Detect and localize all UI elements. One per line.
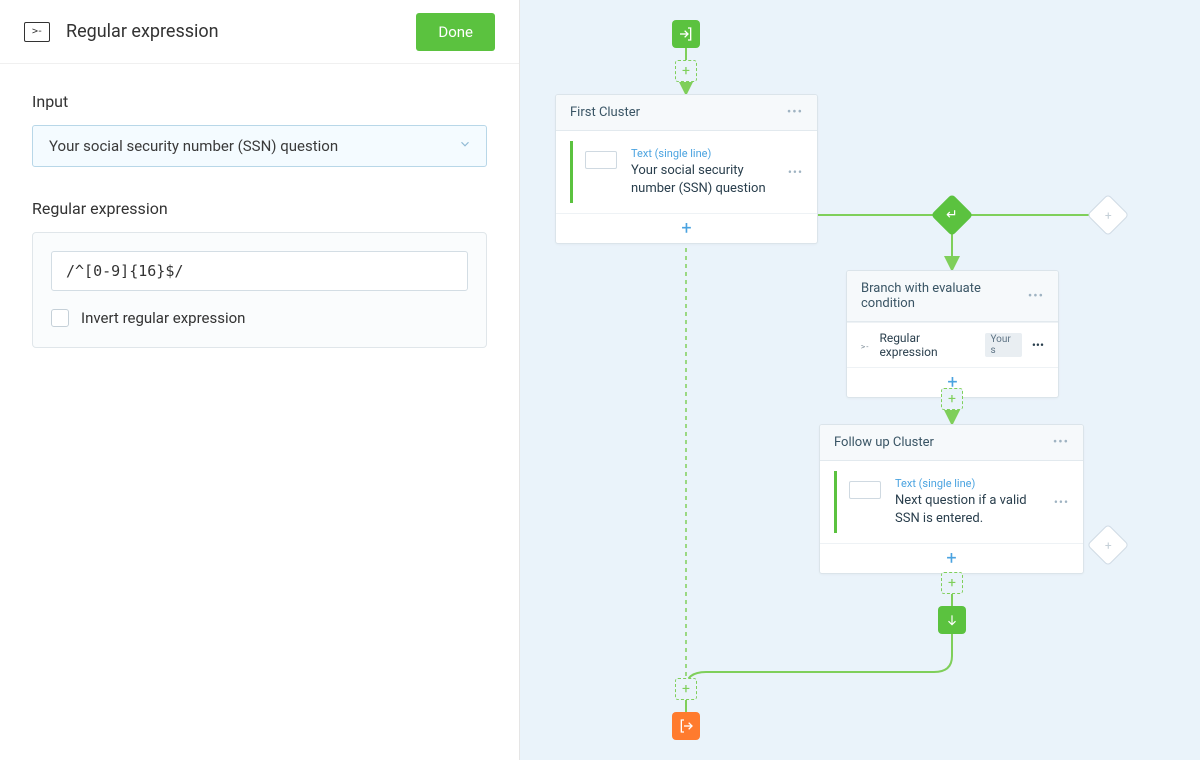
exit-icon: [678, 718, 694, 734]
cluster-first-body: Text (single line) Your social security …: [556, 131, 817, 213]
invert-label: Invert regular expression: [81, 309, 245, 327]
cluster-first-menu[interactable]: •••: [787, 105, 803, 120]
entry-node[interactable]: [672, 20, 700, 48]
regex-label: Regular expression: [32, 199, 487, 218]
regex-rule-icon: >-: [861, 338, 869, 352]
cluster-first-item-type: Text (single line): [631, 147, 774, 160]
cluster-first-title: First Cluster: [570, 105, 640, 120]
cluster-first-header: First Cluster •••: [556, 95, 817, 131]
cluster-followup[interactable]: Follow up Cluster ••• Text (single line)…: [819, 424, 1084, 574]
enter-icon: [678, 26, 694, 42]
cluster-followup-menu[interactable]: •••: [1053, 435, 1069, 450]
return-icon: ↵: [946, 207, 958, 223]
add-node-merge[interactable]: +: [675, 678, 697, 700]
settings-panel: >- Regular expression Done Input Your so…: [0, 0, 520, 760]
regex-input[interactable]: [51, 251, 468, 291]
plus-icon: +: [1105, 208, 1112, 222]
cluster-first-item-title: Your social security number (SSN) questi…: [631, 162, 774, 197]
cluster-followup-item[interactable]: Text (single line) Next question if a va…: [834, 471, 1069, 533]
add-node-mid[interactable]: +: [941, 388, 963, 410]
regex-icon: >-: [24, 22, 50, 42]
flow-canvas[interactable]: + First Cluster ••• Text (single line) Y…: [520, 0, 1200, 760]
done-button[interactable]: Done: [416, 13, 495, 51]
input-label: Input: [32, 92, 487, 111]
cluster-followup-title: Follow up Cluster: [834, 435, 934, 450]
input-select[interactable]: Your social security number (SSN) questi…: [32, 125, 487, 167]
continue-node[interactable]: [938, 606, 966, 634]
branch-menu[interactable]: •••: [1028, 289, 1044, 304]
condition-node[interactable]: ↵: [931, 194, 973, 236]
cluster-first-add[interactable]: +: [556, 213, 817, 243]
cluster-followup-item-type: Text (single line): [895, 477, 1040, 490]
plus-icon: +: [1105, 538, 1112, 552]
panel-body: Input Your social security number (SSN) …: [0, 64, 519, 376]
branch-rule-menu[interactable]: •••: [1032, 338, 1044, 352]
invert-row: Invert regular expression: [51, 309, 468, 327]
input-select-value: Your social security number (SSN) questi…: [49, 137, 338, 155]
branch-rule[interactable]: >- Regular expression Your s •••: [847, 322, 1058, 367]
cluster-first[interactable]: First Cluster ••• Text (single line) You…: [555, 94, 818, 244]
invert-checkbox[interactable]: [51, 309, 69, 327]
branch-rule-label: Regular expression: [879, 331, 975, 359]
chevron-down-icon: [458, 137, 472, 155]
add-branch-diamond-2[interactable]: +: [1087, 524, 1129, 566]
text-input-icon: [849, 481, 881, 499]
branch-rule-tag: Your s: [985, 333, 1021, 357]
cluster-followup-item-title: Next question if a valid SSN is entered.: [895, 492, 1040, 527]
cluster-followup-item-menu[interactable]: •••: [1054, 495, 1069, 509]
text-input-icon: [585, 151, 617, 169]
cluster-followup-header: Follow up Cluster •••: [820, 425, 1083, 461]
branch-header: Branch with evaluate condition •••: [847, 271, 1058, 322]
arrow-down-icon: [945, 613, 959, 627]
add-branch-diamond[interactable]: +: [1087, 194, 1129, 236]
panel-header: >- Regular expression Done: [0, 0, 519, 64]
add-node-after-followup[interactable]: +: [941, 572, 963, 594]
branch-title: Branch with evaluate condition: [861, 281, 1028, 311]
cluster-followup-add[interactable]: +: [820, 543, 1083, 573]
cluster-first-item[interactable]: Text (single line) Your social security …: [570, 141, 803, 203]
panel-title: Regular expression: [66, 21, 400, 42]
cluster-followup-body: Text (single line) Next question if a va…: [820, 461, 1083, 543]
regex-box: Invert regular expression: [32, 232, 487, 348]
cluster-first-item-menu[interactable]: •••: [788, 165, 803, 179]
exit-node[interactable]: [672, 712, 700, 740]
add-node-top[interactable]: +: [675, 60, 697, 82]
branch-card[interactable]: Branch with evaluate condition ••• >- Re…: [846, 270, 1059, 398]
